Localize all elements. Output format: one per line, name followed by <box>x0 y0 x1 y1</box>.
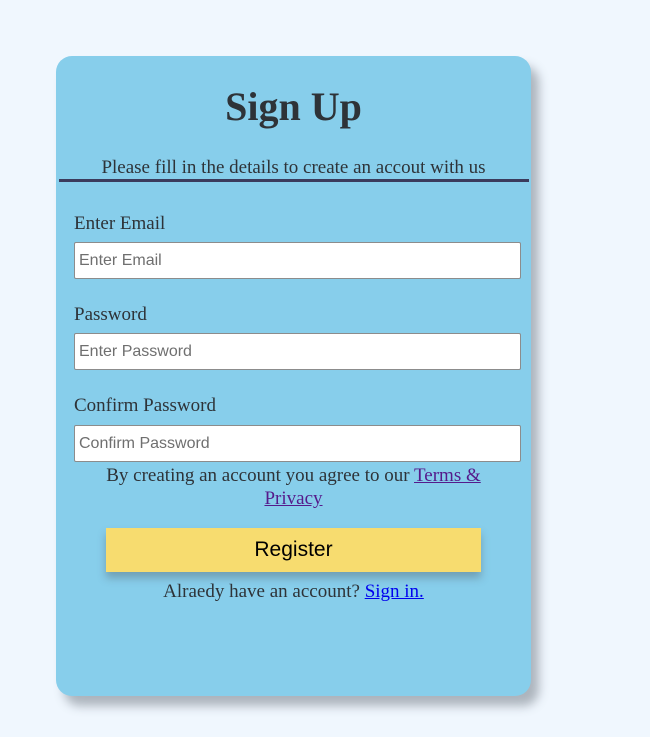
password-field[interactable] <box>74 333 521 370</box>
signin-link[interactable]: Sign in. <box>365 581 424 602</box>
confirm-password-label: Confirm Password <box>74 395 216 416</box>
signin-text: Alraedy have an account? <box>163 581 365 602</box>
signin-prompt: Alraedy have an account? Sign in. <box>56 580 531 604</box>
form-subtitle: Please fill in the details to create an … <box>101 157 486 178</box>
terms-text: By creating an account you agree to our <box>106 465 414 486</box>
email-label: Enter Email <box>74 213 166 234</box>
header-divider <box>59 179 529 182</box>
confirm-password-field[interactable] <box>74 425 521 462</box>
password-label: Password <box>74 304 147 325</box>
signup-card: Sign Up Please fill in the details to cr… <box>56 56 531 696</box>
register-button[interactable]: Register <box>106 528 481 572</box>
terms-notice: By creating an account you agree to our … <box>86 464 501 510</box>
email-field[interactable] <box>74 242 521 279</box>
page-title: Sign Up <box>225 84 362 129</box>
